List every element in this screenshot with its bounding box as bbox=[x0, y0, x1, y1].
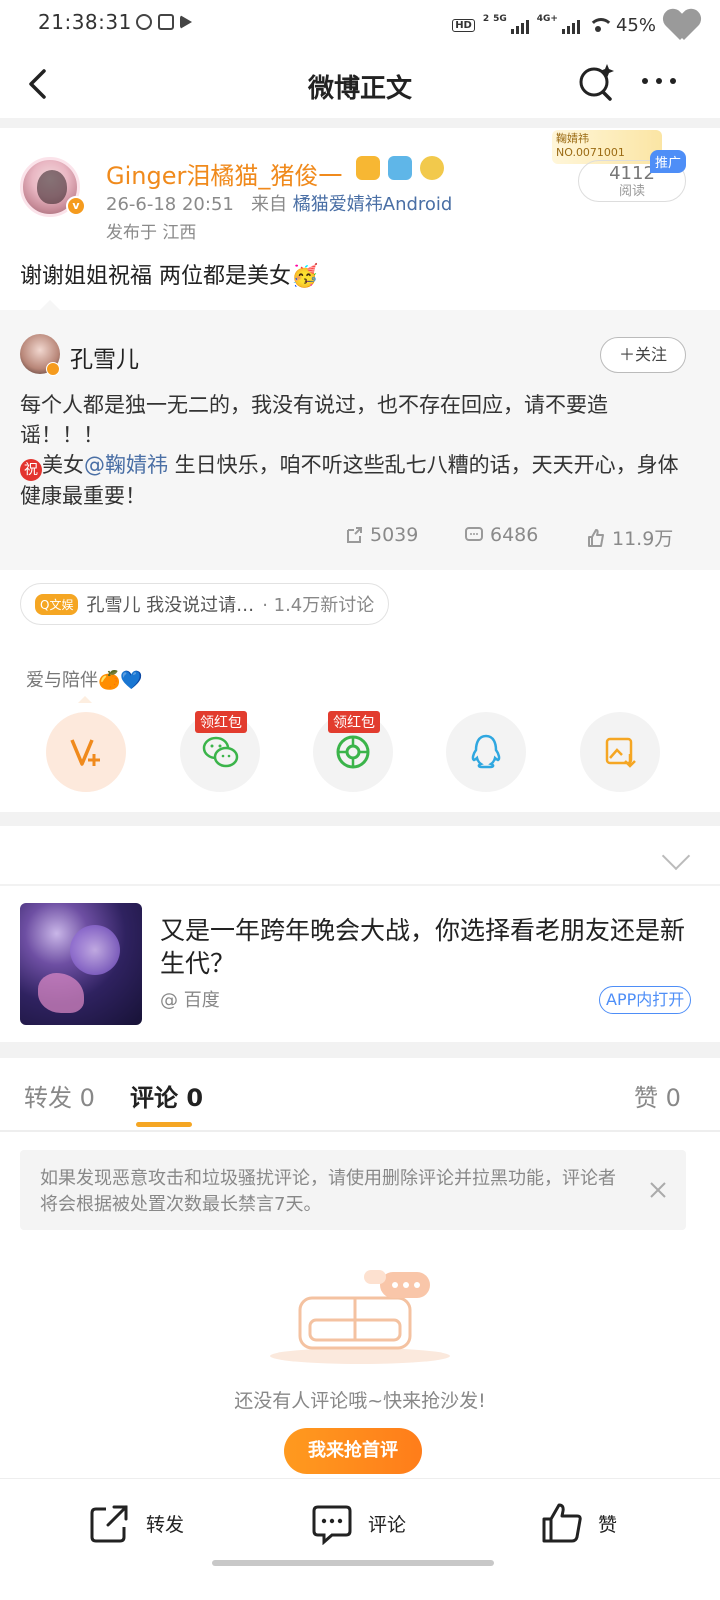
share-vplus-button[interactable] bbox=[46, 712, 126, 792]
save-image-icon bbox=[605, 737, 636, 768]
author-name[interactable]: Ginger泪橘猫_猪俊一 bbox=[106, 156, 342, 191]
save-image-button[interactable] bbox=[580, 712, 660, 792]
empty-comments-text: 还没有人评论哦~快来抢沙发! bbox=[234, 1390, 486, 1412]
verified-badge-icon: v bbox=[66, 196, 86, 216]
ad-image[interactable] bbox=[20, 903, 142, 1025]
retweet-text-line1: 每个人都是独一无二的，我没有说过，也不存在回应，请不要造谣！！！ bbox=[20, 393, 608, 447]
post-time: 26-6-18 20:51 bbox=[106, 194, 234, 215]
divider bbox=[0, 1042, 720, 1058]
hobby-label: 爱与陪伴🍊💙 bbox=[26, 670, 143, 691]
moments-icon bbox=[336, 735, 370, 769]
close-icon[interactable] bbox=[648, 1180, 668, 1200]
retweet-text-line2: 祝美女@鞠婧祎 生日快乐，咱不听这些乱七八糟的话，天天开心，身体健康最重要！ bbox=[20, 450, 680, 511]
crown-badge-icon[interactable] bbox=[356, 156, 380, 180]
nav-bar: 微博正文 bbox=[0, 50, 720, 118]
repost-button[interactable]: 转发 bbox=[88, 1501, 184, 1545]
wechat-icon bbox=[202, 736, 239, 768]
thumbs-up-icon bbox=[588, 528, 604, 547]
fan-card-number: NO.0071001 bbox=[556, 146, 625, 159]
tab-comment[interactable]: 评论 0 bbox=[130, 1078, 203, 1113]
sunflower-badge-icon[interactable] bbox=[420, 156, 444, 180]
divider bbox=[0, 812, 720, 826]
divider bbox=[0, 118, 720, 128]
red-packet-badge: 领红包 bbox=[195, 711, 247, 733]
wifi-icon bbox=[587, 18, 614, 32]
comment-label: 评论 bbox=[368, 1513, 407, 1536]
status-time: 21:38:31 bbox=[38, 10, 132, 34]
notification-icons bbox=[136, 14, 192, 30]
active-tab-indicator bbox=[136, 1122, 192, 1127]
ad-source: @ 百度 bbox=[160, 990, 220, 1011]
hobby-pointer bbox=[78, 696, 92, 703]
net-4g-label: 4G+ bbox=[536, 14, 558, 24]
source-prefix: 来自 bbox=[251, 194, 288, 215]
more-options-icon[interactable] bbox=[642, 78, 676, 84]
topic-pill[interactable]: Q文娱 孔雪儿 我没说过请… · 1.4万新讨论 bbox=[20, 583, 390, 625]
topic-text: 孔雪儿 我没说过请… bbox=[86, 595, 255, 616]
comment-notice: 如果发现恶意攻击和垃圾骚扰评论，请使用删除评论并拉黑功能，评论者将会根据被处置次… bbox=[20, 1150, 686, 1230]
zhu-icon: 祝 bbox=[20, 459, 42, 481]
follow-button[interactable]: ＋关注 bbox=[600, 337, 686, 373]
tab-repost[interactable]: 转发 0 bbox=[24, 1078, 95, 1113]
magic-search-icon[interactable] bbox=[576, 62, 616, 102]
weibo-notification-icon bbox=[136, 14, 152, 30]
status-bar: 21:38:31 HD 2 5G 4G+ 45% bbox=[0, 0, 720, 50]
topic-tag: Q文娱 bbox=[35, 593, 79, 615]
post-location: 发布于 江西 bbox=[106, 223, 197, 243]
ad-title[interactable]: 又是一年跨年晚会大战，你选择看老朋友还是新生代？ bbox=[160, 914, 700, 980]
signal-4g-icon bbox=[561, 16, 580, 34]
retweet-author-name[interactable]: 孔雪儿 bbox=[70, 340, 139, 374]
share-qq-button[interactable] bbox=[446, 712, 526, 792]
post-source[interactable]: 橘猫爱婧祎Android bbox=[293, 194, 453, 215]
chevron-down-icon[interactable] bbox=[661, 841, 691, 871]
app-notification-icon bbox=[158, 14, 174, 30]
thumbs-up-icon bbox=[542, 1503, 582, 1543]
mention-link[interactable]: @鞠婧祎 bbox=[84, 453, 168, 477]
net-5g-label: 5G bbox=[493, 14, 507, 24]
comment-icon bbox=[312, 1505, 352, 1545]
author-badges bbox=[356, 156, 444, 180]
read-label: 阅读 bbox=[618, 184, 645, 199]
repost-icon bbox=[90, 1505, 128, 1543]
fan-card-name: 鞠婧祎 bbox=[556, 132, 589, 145]
comment-button[interactable]: 评论 bbox=[310, 1501, 406, 1545]
red-packet-badge: 领红包 bbox=[328, 711, 380, 733]
hd-voice-icon: HD bbox=[452, 18, 475, 32]
shark-badge-icon[interactable] bbox=[388, 156, 412, 180]
first-comment-button[interactable]: 我来抢首评 bbox=[284, 1428, 422, 1474]
divider bbox=[0, 884, 720, 886]
retweet-text-pre-at: 美女 bbox=[42, 453, 84, 477]
retweet-comment-count[interactable]: 6486 bbox=[464, 524, 538, 546]
tabs-divider bbox=[0, 1130, 720, 1132]
promo-tag: 推广 bbox=[650, 150, 687, 173]
repost-label: 转发 bbox=[146, 1513, 185, 1536]
repost-count: 5039 bbox=[370, 524, 419, 546]
topic-discussion-count: · 1.4万新讨论 bbox=[262, 595, 375, 616]
home-indicator[interactable] bbox=[212, 1560, 494, 1566]
repost-icon bbox=[347, 527, 362, 543]
fan-card[interactable]: 鞠婧祎 NO.0071001 bbox=[552, 130, 662, 164]
like-count: 11.9万 bbox=[612, 528, 674, 550]
retweet-repost-count[interactable]: 5039 bbox=[344, 524, 418, 546]
like-button[interactable]: 赞 bbox=[540, 1501, 617, 1545]
retweet-like-count[interactable]: 11.9万 bbox=[586, 524, 673, 551]
open-in-app-button[interactable]: APP内打开 bbox=[599, 986, 692, 1014]
comment-count: 6486 bbox=[490, 524, 539, 546]
comment-icon bbox=[465, 527, 483, 541]
signal-5g-icon bbox=[510, 16, 529, 34]
sofa-illustration-icon bbox=[270, 1270, 450, 1364]
tab-like[interactable]: 赞 0 bbox=[634, 1078, 681, 1113]
play-notification-icon bbox=[180, 15, 192, 29]
retweet-text: 每个人都是独一无二的，我没有说过，也不存在回应，请不要造谣！！！ 祝美女@鞠婧祎… bbox=[20, 390, 680, 511]
battery-percent: 45% bbox=[615, 14, 656, 36]
post-text: 谢谢姐姐祝福 两位都是美女🥳 bbox=[20, 264, 319, 289]
retweet-verified-badge-icon bbox=[46, 362, 60, 376]
system-status: HD 2 5G 4G+ 45% bbox=[452, 8, 700, 42]
like-label: 赞 bbox=[598, 1513, 618, 1536]
post-meta: 26-6-18 20:51 来自 橘猫爱婧祎Android bbox=[106, 190, 452, 216]
sim2-label: 2 bbox=[482, 14, 490, 24]
heart-battery-icon bbox=[664, 8, 700, 42]
qq-icon bbox=[471, 734, 501, 769]
vplus-icon bbox=[70, 739, 100, 766]
